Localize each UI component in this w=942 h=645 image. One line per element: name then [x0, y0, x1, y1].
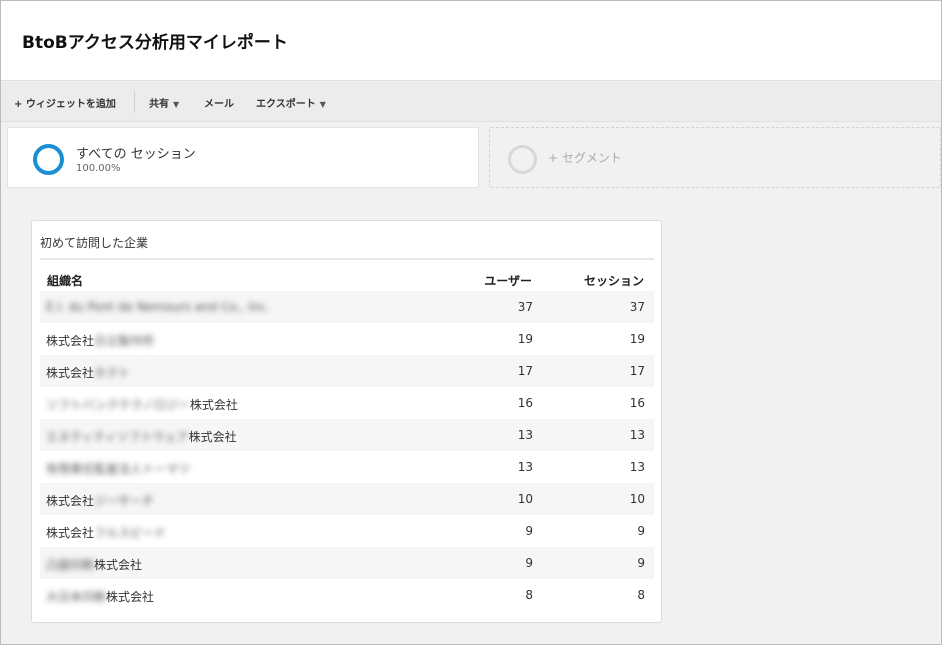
- table-row: 大日本印刷株式会社 8 8: [40, 579, 654, 611]
- share-label: 共有: [149, 99, 169, 110]
- export-button[interactable]: エクスポート ▼: [256, 95, 326, 110]
- add-widget-button[interactable]: + ウィジェットを追加: [14, 95, 116, 110]
- segment-percent: 100.00%: [76, 163, 121, 174]
- table-row: 株式会社ジーサーチ 10 10: [40, 483, 654, 515]
- segment-name: すべての セッション: [76, 147, 196, 162]
- report-frame: BtoBアクセス分析用マイレポート + ウィジェットを追加 共有 ▼ メール エク…: [0, 0, 942, 645]
- caret-down-icon: ▼: [173, 100, 180, 109]
- table-row: 有限責任監査法人トーマツ 13 13: [40, 451, 654, 483]
- segment-all-sessions[interactable]: すべての セッション 100.00%: [7, 127, 479, 188]
- redacted-text: ホクト: [94, 366, 131, 380]
- users-value: 13: [517, 428, 533, 442]
- org-name: ソフトバンクテクノロジー株式会社: [46, 398, 238, 412]
- share-button[interactable]: 共有 ▼: [149, 95, 179, 110]
- segment-ring-icon: [33, 144, 64, 175]
- users-value: 16: [517, 396, 533, 410]
- org-name: E.I. du Pont de Nemours and Co., Inc.: [46, 300, 270, 314]
- table-row: 株式会社ホクト 17 17: [40, 355, 654, 387]
- redacted-text: 大日本印刷: [46, 590, 107, 604]
- redacted-text: フルスピード: [94, 526, 167, 540]
- add-segment-label: + セグメント: [548, 151, 622, 165]
- add-segment-button[interactable]: + セグメント: [489, 127, 941, 188]
- table-row: ソフトバンクテクノロジー株式会社 16 16: [40, 387, 654, 419]
- column-header-users[interactable]: ユーザー: [484, 272, 532, 289]
- redacted-text: ジーサーチ: [94, 494, 154, 508]
- redacted-text: ソフトバンクテクノロジー: [46, 398, 190, 412]
- export-label: エクスポート: [256, 99, 316, 110]
- sessions-value: 17: [629, 364, 645, 378]
- org-name: 株式会社日立製作所: [46, 334, 155, 348]
- sessions-value: 9: [637, 556, 645, 570]
- org-name: 株式会社ホクト: [46, 366, 131, 380]
- users-value: 19: [517, 332, 533, 346]
- sessions-value: 8: [637, 588, 645, 602]
- empty-segment-ring-icon: [508, 145, 537, 174]
- toolbar-divider: [134, 91, 135, 113]
- column-header-organization[interactable]: 組織名: [47, 272, 83, 289]
- users-value: 37: [517, 300, 533, 314]
- redacted-text: 凸版印刷: [46, 558, 95, 572]
- table-row: エヌティティソフトウェア株式会社 13 13: [40, 419, 654, 451]
- sessions-value: 13: [629, 460, 645, 474]
- sessions-value: 9: [637, 524, 645, 538]
- table-row: 凸版印刷株式会社 9 9: [40, 547, 654, 579]
- widget-divider: [40, 258, 654, 260]
- users-value: 9: [525, 556, 533, 570]
- email-button[interactable]: メール: [204, 95, 234, 110]
- users-value: 13: [517, 460, 533, 474]
- column-header-sessions[interactable]: セッション: [584, 272, 644, 289]
- redacted-text: 日立製作所: [94, 334, 155, 348]
- redacted-text: E.I. du Pont de Nemours and Co., Inc.: [46, 300, 270, 314]
- report-header: BtoBアクセス分析用マイレポート: [1, 1, 941, 81]
- redacted-text: 有限責任監査法人トーマツ: [46, 462, 191, 476]
- sessions-value: 13: [629, 428, 645, 442]
- users-value: 10: [517, 492, 533, 506]
- sessions-value: 19: [629, 332, 645, 346]
- users-value: 9: [525, 524, 533, 538]
- org-name: 株式会社ジーサーチ: [46, 494, 154, 508]
- widget-title: 初めて訪問した企業: [40, 236, 149, 250]
- sessions-value: 10: [629, 492, 645, 506]
- org-name: 大日本印刷株式会社: [46, 590, 155, 604]
- org-name: 凸版印刷株式会社: [46, 558, 143, 572]
- users-value: 8: [525, 588, 533, 602]
- sessions-value: 37: [629, 300, 645, 314]
- org-name: 株式会社フルスピード: [46, 526, 167, 540]
- org-name: エヌティティソフトウェア株式会社: [46, 430, 237, 444]
- table-body: E.I. du Pont de Nemours and Co., Inc. 37…: [40, 291, 654, 611]
- org-name: 有限責任監査法人トーマツ: [46, 460, 190, 477]
- widget-first-visit-companies: 初めて訪問した企業 組織名 ユーザー セッション E.I. du Pont de…: [31, 220, 662, 623]
- table-row: 株式会社フルスピード 9 9: [40, 515, 654, 547]
- users-value: 17: [517, 364, 533, 378]
- toolbar: + ウィジェットを追加 共有 ▼ メール エクスポート ▼: [1, 82, 941, 122]
- sessions-value: 16: [629, 396, 645, 410]
- table-row: E.I. du Pont de Nemours and Co., Inc. 37…: [40, 291, 654, 323]
- page-title: BtoBアクセス分析用マイレポート: [22, 33, 288, 53]
- redacted-text: エヌティティソフトウェア: [46, 430, 189, 444]
- caret-down-icon: ▼: [319, 100, 326, 109]
- table-row: 株式会社日立製作所 19 19: [40, 323, 654, 355]
